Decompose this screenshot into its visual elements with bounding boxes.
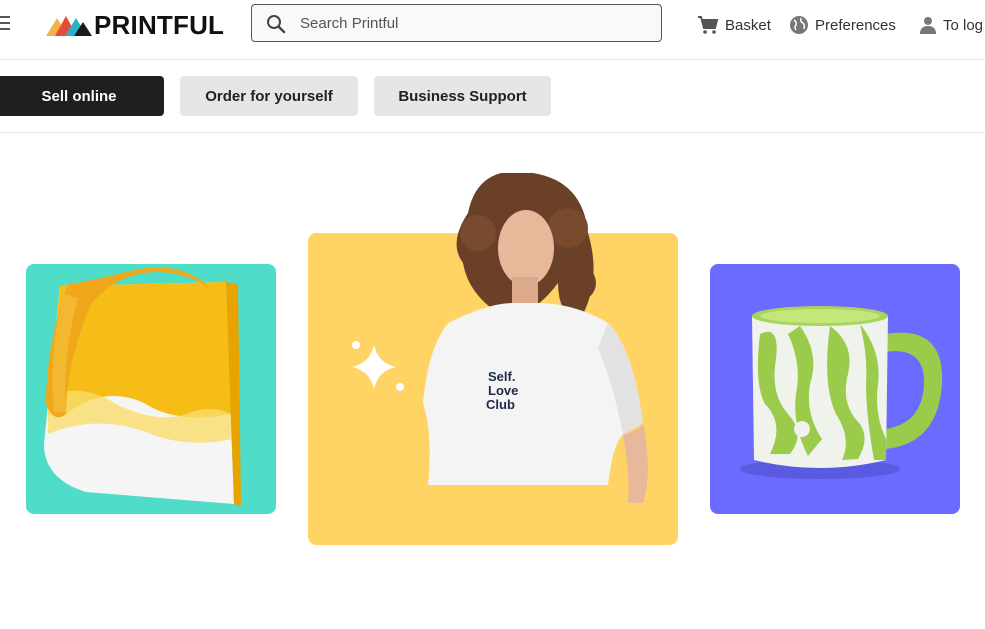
tshirt-card[interactable]: Self. Love Club: [308, 173, 678, 545]
tote-bag-card[interactable]: [26, 264, 276, 514]
sparkle-icon: [352, 341, 404, 391]
login-label: To log: [943, 16, 984, 34]
search-box[interactable]: [251, 4, 662, 42]
tab-order-for-yourself[interactable]: Order for yourself: [180, 76, 358, 116]
user-icon: [920, 17, 936, 34]
audience-tabs: Sell online Order for yourself Business …: [0, 60, 985, 133]
model-person-image: Self. Love Club: [423, 173, 648, 503]
menu-icon[interactable]: [0, 16, 10, 30]
preferences-link[interactable]: Preferences: [789, 14, 896, 36]
shirt-print-line-1: Self.: [488, 369, 515, 384]
mug-image: [710, 264, 960, 514]
tab-business-support[interactable]: Business Support: [374, 76, 551, 116]
search-icon[interactable]: [266, 14, 286, 34]
basket-icon: [698, 16, 719, 34]
top-header: PRINTFUL Basket Preferences To log: [0, 0, 985, 60]
printful-logo[interactable]: PRINTFUL: [46, 9, 225, 40]
globe-icon: [790, 16, 808, 34]
shirt-print-line-2: Love: [488, 383, 518, 398]
search-input[interactable]: [300, 13, 640, 33]
basket-link[interactable]: Basket: [697, 14, 771, 36]
preferences-label: Preferences: [815, 16, 896, 34]
tote-bag-image: [26, 264, 276, 514]
logo-text: PRINTFUL: [94, 9, 225, 40]
mug-card[interactable]: [710, 264, 960, 514]
basket-label: Basket: [725, 16, 771, 34]
tab-sell-online[interactable]: Sell online: [0, 76, 164, 116]
logo-mark-icon: [46, 16, 92, 36]
login-link[interactable]: To log: [919, 14, 983, 36]
shirt-print-line-3: Club: [486, 397, 515, 412]
